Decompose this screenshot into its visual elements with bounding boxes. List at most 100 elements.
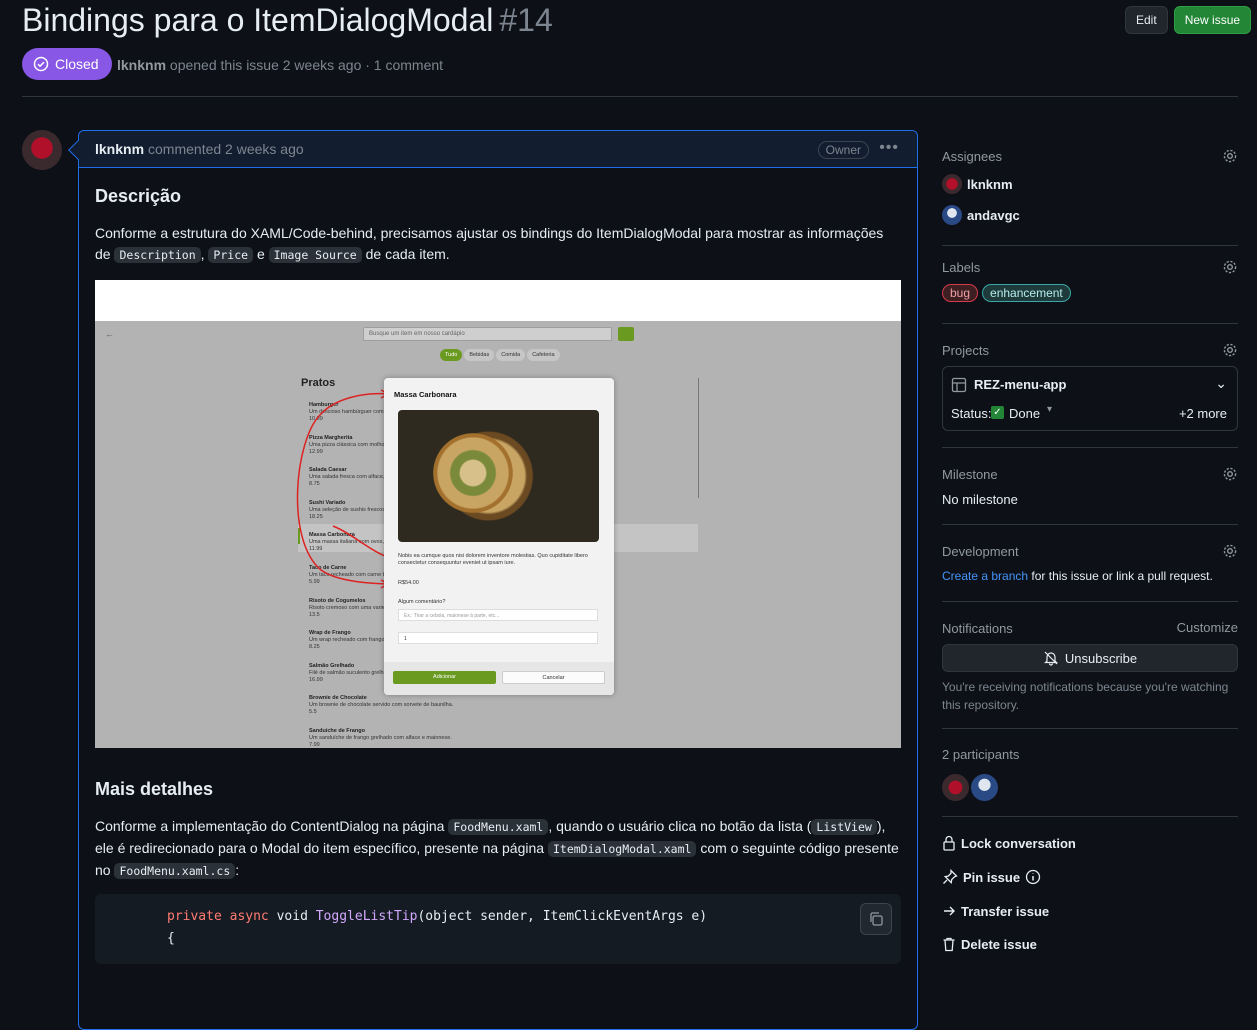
modal-cancel-button: Cancelar <box>502 671 605 684</box>
development-section: Development <box>942 543 1238 563</box>
assignee-name: lknknm <box>967 176 1013 192</box>
code-foodmenu-cs: FoodMenu.xaml.cs <box>114 863 236 879</box>
comment-time[interactable]: commented 2 weeks ago <box>148 141 304 157</box>
transfer-label: Transfer issue <box>961 903 1050 919</box>
status-badge: Closed <box>22 48 112 80</box>
notification-reason: You're receiving notifications because y… <box>942 680 1229 712</box>
done-check-icon: ✓ <box>991 406 1004 419</box>
sidebar-divider <box>942 524 1238 525</box>
delete-issue-action[interactable]: Delete issue <box>942 936 1037 952</box>
info-icon[interactable] <box>1025 869 1041 885</box>
label-enhancement[interactable]: enhancement <box>982 284 1071 302</box>
milestone-value: No milestone <box>942 492 1018 507</box>
assignee-item[interactable]: lknknm <box>942 174 1013 194</box>
modal-item-image <box>398 410 599 542</box>
modal-description: Nobis ea cumque quos nisi dolorem invent… <box>398 553 588 566</box>
status-value[interactable]: Done <box>1009 406 1040 421</box>
more-options-icon[interactable]: ••• <box>879 139 899 157</box>
labels-list: bug enhancement <box>942 284 1075 302</box>
code-image-source: Image Source <box>268 247 362 263</box>
label-bug[interactable]: bug <box>942 284 979 302</box>
gear-icon[interactable] <box>1222 148 1238 164</box>
status-label: Status: <box>951 406 992 421</box>
projects-section: Projects <box>942 342 1238 362</box>
unsubscribe-button[interactable]: Unsubscribe <box>942 644 1238 672</box>
development-desc: for this issue or link a pull request. <box>1031 569 1213 583</box>
avatar <box>942 205 962 225</box>
unsubscribe-label: Unsubscribe <box>1064 650 1138 666</box>
modal-comment-label: Algum comentário? <box>398 599 446 605</box>
sidebar-divider <box>942 323 1238 324</box>
modal-price: R$54.00 <box>398 580 419 586</box>
project-card: REZ-menu-app ⌄ Status: ✓ Done ▾ +2 more <box>942 366 1238 431</box>
header-actions: Edit New issue <box>1125 6 1252 34</box>
milestone-title: Milestone <box>942 467 998 482</box>
para1-comma: , <box>200 246 205 262</box>
issue-title: Bindings para o ItemDialogModal #14 <box>22 2 553 39</box>
issue-author[interactable]: lknknm <box>117 57 166 73</box>
owner-badge: Owner <box>817 141 869 159</box>
more-projects[interactable]: +2 more <box>1179 406 1227 421</box>
project-name[interactable]: REZ-menu-app <box>974 377 1066 392</box>
modal-title: Massa Carbonara <box>394 390 457 399</box>
para2-text-a: Conforme a implementação do ContentDialo… <box>95 818 445 834</box>
para1-end: de cada item. <box>365 246 450 262</box>
gear-icon[interactable] <box>1222 259 1238 275</box>
modal-comment-input: Ex.: Tirar a cebola, maionese à parte, e… <box>398 609 598 621</box>
pin-label: Pin issue <box>963 869 1021 885</box>
code-listview: ListView <box>811 819 877 835</box>
sidebar-divider <box>942 816 1238 817</box>
new-issue-button[interactable]: New issue <box>1173 6 1252 34</box>
para2-text-b: , quando o usuário clica no botão da lis… <box>548 818 812 834</box>
para1-and: e <box>256 246 265 262</box>
assignees-section: Assignees <box>942 148 1238 168</box>
assignees-title: Assignees <box>942 149 1002 164</box>
code-block: private async void ToggleListTip(object … <box>95 894 901 964</box>
triangle-down-icon[interactable]: ▾ <box>1047 404 1052 415</box>
participants-list <box>942 774 998 801</box>
comment-header: lknknm commented 2 weeks ago Owner ••• <box>79 131 917 168</box>
notifications-title: Notifications <box>942 621 1013 636</box>
sidebar-divider <box>942 601 1238 602</box>
arrow-right-icon <box>944 906 955 916</box>
sidebar-divider <box>942 728 1238 729</box>
projects-title: Projects <box>942 343 989 358</box>
code-function: ToggleListTip <box>315 909 418 924</box>
milestone-section: Milestone <box>942 466 1238 486</box>
pin-issue-action[interactable]: Pin issue <box>942 869 1041 885</box>
edit-button[interactable]: Edit <box>1125 6 1168 34</box>
item-dialog-modal: Massa Carbonara Nobis ea cumque quos nis… <box>384 378 614 695</box>
chevron-down-icon[interactable]: ⌄ <box>1215 375 1227 392</box>
delete-label: Delete issue <box>961 936 1037 952</box>
transfer-issue-action[interactable]: Transfer issue <box>942 903 1049 919</box>
modal-add-button: Adicionar <box>393 671 496 684</box>
create-branch-link[interactable]: Create a branch <box>942 569 1028 583</box>
issue-meta-text: opened this issue 2 weeks ago · 1 commen… <box>169 57 444 73</box>
assignee-name: andavgc <box>967 207 1020 223</box>
code-void: void <box>276 909 308 924</box>
avatar[interactable] <box>971 774 998 801</box>
heading-mais-detalhes: Mais detalhes <box>95 779 214 799</box>
development-text: Create a branch for this issue or link a… <box>942 569 1213 583</box>
avatar[interactable] <box>22 130 62 170</box>
labels-section: Labels <box>942 259 1238 279</box>
code-args: (object sender, ItemClickEventArgs e) <box>417 909 708 924</box>
gear-icon[interactable] <box>1222 342 1238 358</box>
bell-slash-icon <box>1043 651 1058 666</box>
gear-icon[interactable] <box>1222 543 1238 559</box>
check-circle-icon <box>33 56 49 72</box>
lock-conversation-action[interactable]: Lock conversation <box>942 835 1076 851</box>
code-price: Price <box>208 247 254 263</box>
gear-icon[interactable] <box>1222 466 1238 482</box>
modal-quantity: 1 <box>398 632 598 644</box>
embedded-screenshot[interactable]: ← Busque um item em nosso cardápio Tudo … <box>95 280 901 748</box>
assignee-item[interactable]: andavgc <box>942 205 1020 225</box>
avatar[interactable] <box>942 774 969 801</box>
modal-footer: Adicionar Cancelar <box>384 662 614 695</box>
copy-icon[interactable] <box>860 903 892 935</box>
labels-title: Labels <box>942 260 981 275</box>
comment-author[interactable]: lknknm <box>95 141 144 157</box>
paragraph-1: Conforme a estrutura do XAML/Code-behind… <box>95 223 901 266</box>
customize-link[interactable]: Customize <box>1177 620 1238 635</box>
code-foodmenu: FoodMenu.xaml <box>448 819 549 835</box>
